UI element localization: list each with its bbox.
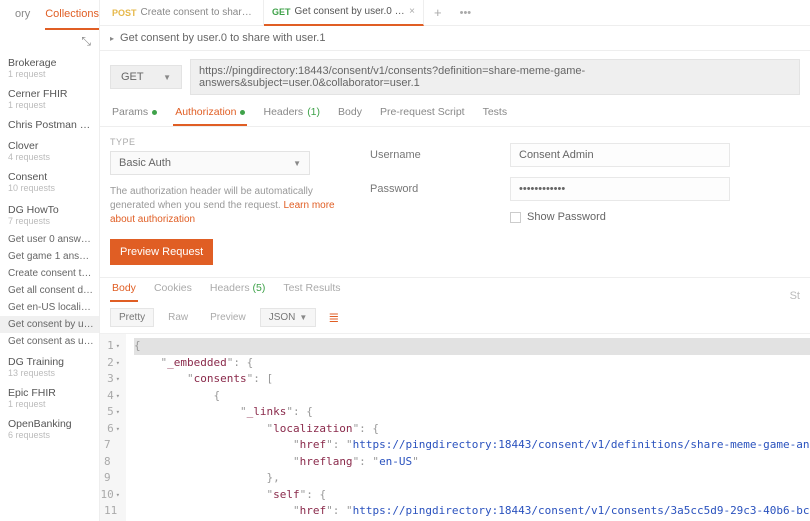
collection-request-item[interactable]: Get user 0 answe… bbox=[0, 231, 99, 248]
chevron-down-icon: ▼ bbox=[293, 159, 301, 168]
resp-tab-headers[interactable]: Headers (5) bbox=[208, 278, 267, 302]
subtab-params[interactable]: Params bbox=[110, 102, 159, 126]
sidebar-tab-history[interactable]: ory bbox=[0, 0, 45, 30]
collection-item[interactable]: Cerner FHIR1 request bbox=[0, 82, 99, 113]
view-pretty[interactable]: Pretty bbox=[110, 308, 154, 327]
request-title: Get consent by user.0 to share with user… bbox=[120, 32, 325, 44]
method-select[interactable]: GET▼ bbox=[110, 65, 182, 89]
view-raw[interactable]: Raw bbox=[160, 309, 196, 326]
auth-type-label: TYPE bbox=[110, 137, 350, 147]
show-password-label: Show Password bbox=[527, 211, 606, 223]
resp-tab-body[interactable]: Body bbox=[110, 278, 138, 302]
breadcrumb: ▸ Get consent by user.0 to share with us… bbox=[100, 26, 810, 51]
collection-request-item[interactable]: Get game 1 answ… bbox=[0, 248, 99, 265]
subtab-body[interactable]: Body bbox=[336, 102, 364, 126]
subtab-prerequest[interactable]: Pre-request Script bbox=[378, 102, 467, 126]
auth-note: The authorization header will be automat… bbox=[110, 185, 350, 227]
subtab-headers[interactable]: Headers (1) bbox=[261, 102, 322, 126]
response-body[interactable]: 1▾2▾3▾4▾5▾6▾78910▾111213▾141516171819202… bbox=[100, 334, 810, 521]
request-tab[interactable]: POSTCreate consent to share game ans bbox=[104, 0, 264, 26]
username-input[interactable]: Consent Admin bbox=[510, 143, 730, 167]
tab-options-icon[interactable]: ••• bbox=[452, 7, 480, 19]
new-collection-icon[interactable]: ⤡ bbox=[0, 30, 99, 51]
collection-item[interactable]: Chris Postman L… bbox=[0, 113, 99, 134]
collection-request-item[interactable]: Create consent t… bbox=[0, 265, 99, 282]
format-select[interactable]: JSON▼ bbox=[260, 308, 317, 327]
password-input[interactable]: •••••••••••• bbox=[510, 177, 730, 201]
collection-item[interactable]: DG HowTo7 requests bbox=[0, 198, 99, 229]
username-label: Username bbox=[370, 149, 510, 161]
collection-item[interactable]: Brokerage1 request bbox=[0, 51, 99, 82]
collection-item[interactable]: OpenBanking6 requests bbox=[0, 412, 99, 443]
sidebar: ory Collections ⤡ Brokerage1 requestCern… bbox=[0, 0, 100, 521]
preview-request-button[interactable]: Preview Request bbox=[110, 239, 213, 265]
auth-type-select[interactable]: Basic Auth▼ bbox=[110, 151, 310, 175]
collection-request-item[interactable]: Get consent by u… bbox=[0, 316, 99, 333]
view-preview[interactable]: Preview bbox=[202, 309, 254, 326]
sidebar-tab-collections[interactable]: Collections bbox=[45, 0, 99, 30]
response-status: St bbox=[790, 290, 800, 302]
wrap-lines-icon[interactable]: ≣ bbox=[322, 310, 345, 326]
caret-icon: ▸ bbox=[110, 34, 114, 43]
resp-tab-tests[interactable]: Test Results bbox=[281, 278, 342, 302]
collection-item[interactable]: DG Training13 requests bbox=[0, 350, 99, 381]
collection-item[interactable]: Epic FHIR1 request bbox=[0, 381, 99, 412]
collection-request-item[interactable]: Get consent as u… bbox=[0, 333, 99, 350]
collection-item[interactable]: Consent10 requests bbox=[0, 165, 99, 196]
subtab-tests[interactable]: Tests bbox=[481, 102, 510, 126]
url-input[interactable]: https://pingdirectory:18443/consent/v1/c… bbox=[190, 59, 800, 95]
show-password-checkbox[interactable] bbox=[510, 212, 521, 223]
resp-tab-cookies[interactable]: Cookies bbox=[152, 278, 194, 302]
close-icon[interactable]: × bbox=[409, 6, 415, 17]
collection-item[interactable]: Clover4 requests bbox=[0, 134, 99, 165]
collection-request-item[interactable]: Get en-US localiz… bbox=[0, 299, 99, 316]
subtab-authorization[interactable]: Authorization bbox=[173, 102, 247, 126]
request-tab[interactable]: GETGet consent by user.0 to share w× bbox=[264, 0, 424, 26]
password-label: Password bbox=[370, 183, 510, 195]
chevron-down-icon: ▼ bbox=[163, 73, 171, 82]
tabs-row: POSTCreate consent to share game ansGETG… bbox=[100, 0, 810, 26]
collection-request-item[interactable]: Get all consent d… bbox=[0, 282, 99, 299]
new-tab-button[interactable]: + bbox=[424, 5, 452, 20]
